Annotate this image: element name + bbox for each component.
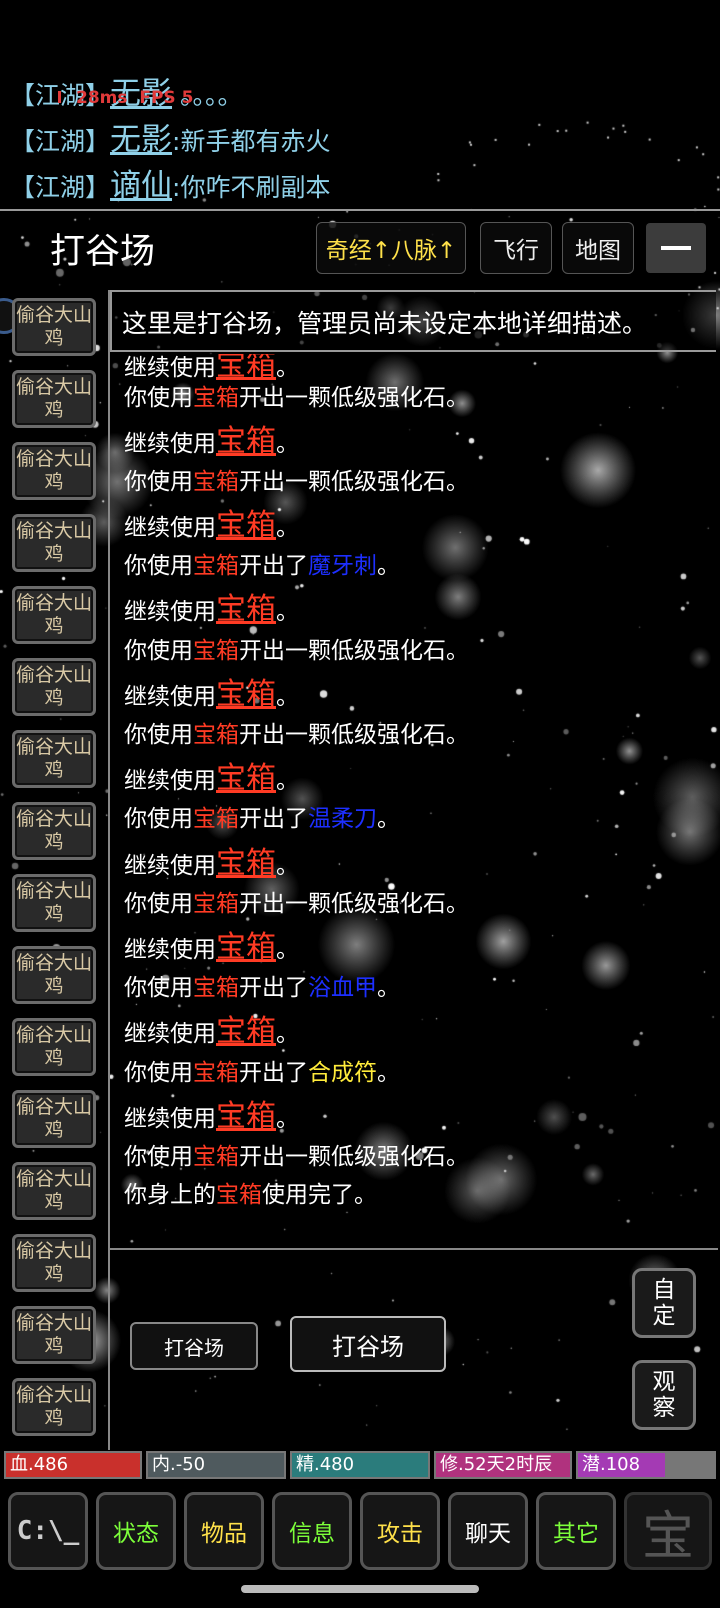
item-link[interactable]: 宝箱: [216, 508, 276, 543]
log-line: 继续使用宝箱。: [124, 424, 299, 459]
tab-other[interactable]: 其它: [536, 1492, 616, 1570]
log-line: 你使用宝箱开出一颗低级强化石。: [124, 891, 469, 917]
divider: [110, 1248, 718, 1250]
log-line: 你身上的宝箱使用完了。: [124, 1182, 377, 1208]
tab-info[interactable]: 信息: [272, 1492, 352, 1570]
log-line: 继续使用宝箱。: [124, 761, 299, 796]
item-link[interactable]: 宝箱: [216, 1014, 276, 1049]
npc-button[interactable]: 偷谷大山鸡: [12, 586, 96, 644]
log-line: 继续使用宝箱。: [124, 592, 299, 627]
hp-bar: 血.486: [4, 1451, 142, 1479]
npc-button[interactable]: 偷谷大山鸡: [12, 370, 96, 428]
item-link[interactable]: 宝箱: [216, 761, 276, 796]
fly-button[interactable]: 飞行: [480, 222, 552, 274]
item-link[interactable]: 宝箱: [216, 930, 276, 965]
minus-icon: [661, 246, 691, 250]
minimize-button[interactable]: [646, 223, 706, 273]
npc-button[interactable]: 偷谷大山鸡: [12, 1306, 96, 1364]
neili-bar: 内.-50: [146, 1451, 286, 1479]
item-link[interactable]: 宝箱: [216, 846, 276, 881]
npc-button[interactable]: 偷谷大山鸡: [12, 946, 96, 1004]
divider: [108, 290, 110, 1450]
network-status: 28ms FPS 5: [58, 88, 193, 108]
npc-button[interactable]: 偷谷大山鸡: [12, 1162, 96, 1220]
map-button[interactable]: 地图: [562, 222, 634, 274]
tab-chat[interactable]: 聊天: [448, 1492, 528, 1570]
npc-button[interactable]: 偷谷大山鸡: [12, 1378, 96, 1436]
item-link[interactable]: 宝箱: [216, 1099, 276, 1134]
item-link[interactable]: 宝箱: [216, 424, 276, 459]
terminal-icon[interactable]: C:\_: [8, 1492, 88, 1570]
exit-button-current[interactable]: 打谷场: [290, 1316, 446, 1372]
log-line: 继续使用宝箱。: [124, 846, 299, 881]
tab-items[interactable]: 物品: [184, 1492, 264, 1570]
log-line: 继续使用宝箱。: [124, 1099, 299, 1134]
meridian-button[interactable]: 奇经↑八脉↑: [316, 222, 466, 274]
npc-button[interactable]: 偷谷大山鸡: [12, 658, 96, 716]
item-link[interactable]: 宝箱: [216, 592, 276, 627]
qian-bar: 潜.108: [576, 1451, 716, 1479]
message-log: 继续使用宝箱。 你使用宝箱开出一颗低级强化石。 继续使用宝箱。 你使用宝箱开出一…: [124, 354, 714, 1224]
npc-button[interactable]: 偷谷大山鸡: [12, 874, 96, 932]
npc-button[interactable]: 偷谷大山鸡: [12, 442, 96, 500]
room-title: 打谷场: [50, 232, 156, 272]
log-line: 你使用宝箱开出了浴血甲。: [124, 975, 400, 1001]
item-link[interactable]: 宝箱: [216, 677, 276, 712]
npc-button[interactable]: 偷谷大山鸡: [12, 298, 96, 356]
log-line: 你使用宝箱开出一颗低级强化石。: [124, 722, 469, 748]
log-line: 你使用宝箱开出了温柔刀。: [124, 806, 400, 832]
npc-button[interactable]: 偷谷大山鸡: [12, 1018, 96, 1076]
npc-button[interactable]: 偷谷大山鸡: [12, 730, 96, 788]
log-line: 你使用宝箱开出一颗低级强化石。: [124, 1144, 469, 1170]
log-line: 你使用宝箱开出了魔牙刺。: [124, 553, 400, 579]
log-line: 继续使用宝箱。: [124, 508, 299, 543]
exit-button[interactable]: 打谷场: [130, 1322, 258, 1370]
log-line: 你使用宝箱开出一颗低级强化石。: [124, 638, 469, 664]
xiu-bar: 修.52天2时辰: [434, 1451, 572, 1479]
home-indicator[interactable]: [241, 1585, 479, 1593]
log-line: 继续使用宝箱。: [124, 930, 299, 965]
npc-button[interactable]: 偷谷大山鸡: [12, 1234, 96, 1292]
chat-user-name[interactable]: 谪仙: [110, 168, 172, 204]
divider: [0, 209, 720, 211]
tab-status[interactable]: 状态: [96, 1492, 176, 1570]
jing-bar: 精.480: [290, 1451, 430, 1479]
npc-button[interactable]: 偷谷大山鸡: [12, 1090, 96, 1148]
chat-user-name[interactable]: 无影: [110, 122, 172, 158]
extra-icon[interactable]: 宝: [624, 1492, 712, 1570]
npc-button[interactable]: 偷谷大山鸡: [12, 514, 96, 572]
log-line: 继续使用宝箱。: [124, 677, 299, 712]
npc-button[interactable]: 偷谷大山鸡: [12, 802, 96, 860]
observe-button[interactable]: 观 察: [632, 1360, 696, 1430]
chat-line[interactable]: 【江湖】无影:新手都有赤火: [10, 114, 330, 159]
log-line: 你使用宝箱开出了合成符。: [124, 1060, 400, 1086]
chat-line[interactable]: 【江湖】谪仙:你咋不刷副本: [10, 160, 330, 205]
signal-icon: [58, 91, 72, 103]
log-line: 继续使用宝箱。: [124, 1014, 299, 1049]
log-line: 你使用宝箱开出一颗低级强化石。: [124, 469, 469, 495]
log-line: 你使用宝箱开出一颗低级强化石。: [124, 385, 469, 411]
custom-button[interactable]: 自 定: [632, 1268, 696, 1338]
room-description: 这里是打谷场，管理员尚未设定本地详细描述。: [110, 290, 716, 352]
tab-attack[interactable]: 攻击: [360, 1492, 440, 1570]
